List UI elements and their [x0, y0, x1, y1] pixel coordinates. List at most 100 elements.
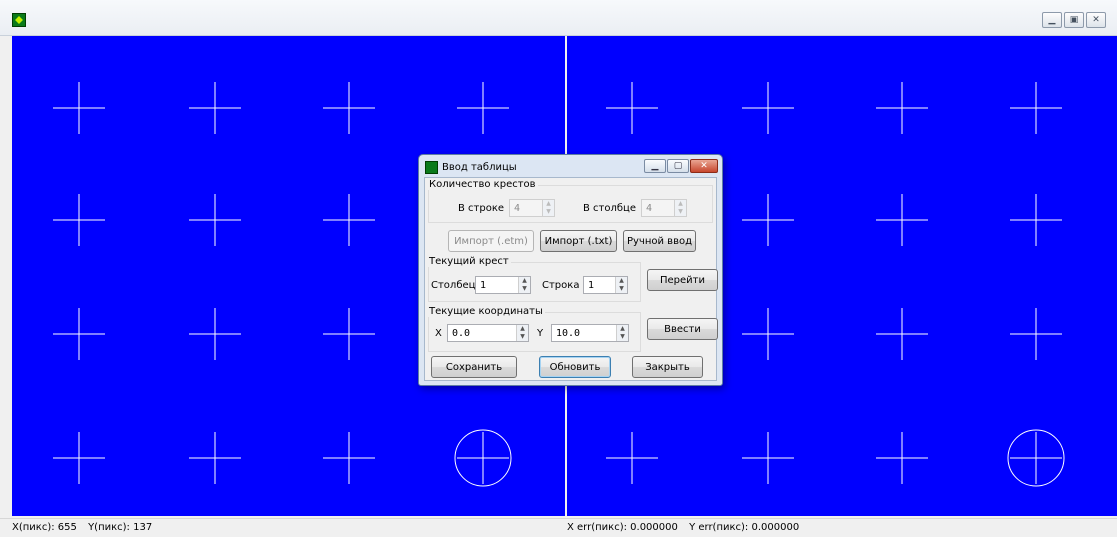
goto-button[interactable]: Перейти	[647, 269, 718, 291]
close-icon: ✕	[1092, 14, 1100, 25]
per-row-spinner-arrows[interactable]: ▲ ▼	[542, 200, 554, 216]
crosshair-target	[189, 308, 241, 360]
current-cross-group-label: Текущий крест	[427, 256, 511, 267]
main-title-bar: ▁ ▣ ✕	[0, 0, 1117, 36]
crosshair-target	[457, 82, 509, 134]
crosshair-target	[1010, 82, 1062, 134]
status-error-values: X err(пикс): 0.000000 Y err(пикс): 0.000…	[567, 522, 807, 533]
crosshair-target	[876, 432, 928, 484]
row-spinner-arrows[interactable]: ▲ ▼	[615, 277, 627, 293]
window-controls: ▁ ▣ ✕	[1042, 12, 1106, 28]
column-label: Столбец	[431, 280, 476, 291]
close-icon: ✕	[700, 161, 708, 171]
crosshair-target	[53, 82, 105, 134]
y-coord-label: Y	[537, 328, 544, 339]
crosshair-target	[189, 432, 241, 484]
dialog-minimize-button[interactable]: ▁	[644, 159, 666, 173]
crosshair-target	[323, 82, 375, 134]
status-y-pix: Y(пикс): 137	[88, 522, 153, 533]
close-dialog-button[interactable]: Закрыть	[632, 356, 703, 378]
crosshair-target	[742, 194, 794, 246]
per-column-spinner-arrows[interactable]: ▲ ▼	[674, 200, 686, 216]
spin-up-icon[interactable]: ▲	[544, 200, 553, 208]
x-coord-value: 0.0	[452, 328, 471, 339]
import-etm-button[interactable]: Импорт (.etm)	[448, 230, 534, 252]
column-value: 1	[480, 280, 487, 291]
dialog-title: Ввод таблицы	[442, 162, 517, 173]
status-pixel-coords: X(пикс): 655 Y(пикс): 137	[12, 522, 160, 533]
y-coord-spinner-arrows[interactable]: ▲ ▼	[616, 325, 628, 341]
spin-down-icon[interactable]: ▼	[618, 333, 627, 341]
dialog-title-bar[interactable]: Ввод таблицы ▁ ▢ ✕	[419, 155, 722, 177]
crosshair-target	[742, 308, 794, 360]
restore-icon: ▢	[673, 161, 683, 171]
import-txt-button[interactable]: Импорт (.txt)	[540, 230, 617, 252]
x-coord-spinner-arrows[interactable]: ▲ ▼	[516, 325, 528, 341]
dialog-client-area: Количество крестов В строке 4 ▲ ▼ В столб…	[424, 177, 718, 381]
per-row-value: 4	[514, 203, 521, 214]
per-column-value: 4	[646, 203, 653, 214]
status-x-pix: X(пикс): 655	[12, 522, 77, 533]
row-spinner[interactable]: 1 ▲ ▼	[583, 276, 628, 294]
crosshair-target	[323, 308, 375, 360]
per-row-spinner[interactable]: 4 ▲ ▼	[509, 199, 555, 217]
status-x-err: X err(пикс): 0.000000	[567, 522, 678, 533]
spin-down-icon[interactable]: ▼	[544, 208, 553, 216]
status-y-err: Y err(пикс): 0.000000	[689, 522, 800, 533]
crosshair-target	[742, 82, 794, 134]
crosshair-target	[606, 432, 658, 484]
crosshair-target	[1010, 194, 1062, 246]
crosshair-target	[1010, 308, 1062, 360]
crosshair-target	[53, 308, 105, 360]
save-button[interactable]: Сохранить	[431, 356, 517, 378]
crosshair-target	[323, 194, 375, 246]
table-input-dialog: Ввод таблицы ▁ ▢ ✕ Количество крестов В …	[418, 154, 723, 386]
coordinates-group-label: Текущие координаты	[427, 306, 545, 317]
dialog-window-controls: ▁ ▢ ✕	[644, 159, 718, 173]
y-coord-value: 10.0	[556, 328, 581, 339]
crosshair-target	[53, 194, 105, 246]
spin-down-icon[interactable]: ▼	[676, 208, 685, 216]
x-coord-label: X	[435, 328, 442, 339]
spin-down-icon[interactable]: ▼	[518, 333, 527, 341]
spin-up-icon[interactable]: ▲	[676, 200, 685, 208]
row-value: 1	[588, 280, 595, 291]
crosshair-target	[1007, 429, 1065, 487]
column-spinner[interactable]: 1 ▲ ▼	[475, 276, 531, 294]
close-button[interactable]: ✕	[1086, 12, 1106, 28]
crosshair-target	[606, 82, 658, 134]
minimize-icon: ▁	[1048, 14, 1056, 25]
crosshair-target	[454, 429, 512, 487]
minimize-icon: ▁	[651, 161, 659, 171]
status-bar: X(пикс): 655 Y(пикс): 137 X err(пикс): 0…	[0, 518, 1117, 537]
crosshair-target	[876, 308, 928, 360]
restore-button[interactable]: ▣	[1064, 12, 1084, 28]
cross-count-group-label: Количество крестов	[427, 179, 538, 190]
spin-up-icon[interactable]: ▲	[520, 277, 529, 285]
crosshair-target	[742, 432, 794, 484]
crosshair-target	[876, 194, 928, 246]
spin-up-icon[interactable]: ▲	[518, 325, 527, 333]
enter-button[interactable]: Ввести	[647, 318, 718, 340]
crosshair-target	[323, 432, 375, 484]
per-column-label: В столбце	[583, 203, 636, 214]
minimize-button[interactable]: ▁	[1042, 12, 1062, 28]
column-spinner-arrows[interactable]: ▲ ▼	[518, 277, 530, 293]
crosshair-target	[876, 82, 928, 134]
y-coord-spinner[interactable]: 10.0 ▲ ▼	[551, 324, 629, 342]
spin-up-icon[interactable]: ▲	[617, 277, 626, 285]
x-coord-spinner[interactable]: 0.0 ▲ ▼	[447, 324, 529, 342]
dialog-close-button[interactable]: ✕	[690, 159, 718, 173]
refresh-button[interactable]: Обновить	[539, 356, 611, 378]
per-column-spinner[interactable]: 4 ▲ ▼	[641, 199, 687, 217]
row-label: Строка	[542, 280, 580, 291]
crosshair-target	[189, 194, 241, 246]
spin-down-icon[interactable]: ▼	[520, 285, 529, 293]
restore-icon: ▣	[1069, 14, 1079, 25]
manual-input-button[interactable]: Ручной ввод	[623, 230, 696, 252]
app-icon[interactable]	[12, 13, 26, 27]
dialog-restore-button[interactable]: ▢	[667, 159, 689, 173]
spin-up-icon[interactable]: ▲	[618, 325, 627, 333]
per-row-label: В строке	[458, 203, 505, 214]
spin-down-icon[interactable]: ▼	[617, 285, 626, 293]
